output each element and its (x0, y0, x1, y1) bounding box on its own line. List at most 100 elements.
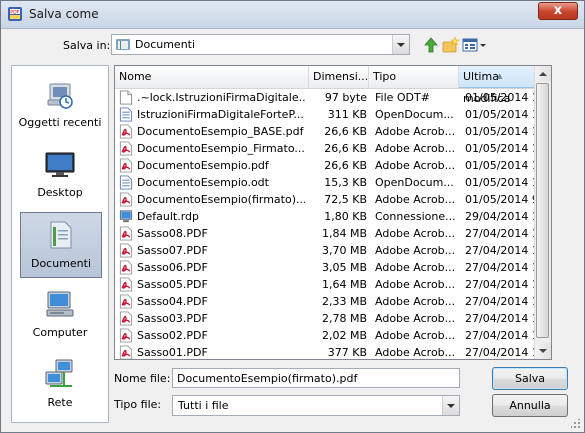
pdf-file-icon (119, 345, 133, 359)
place-desktop[interactable]: Desktop (12, 142, 108, 208)
pdf-file-icon (119, 328, 133, 343)
file-row[interactable]: Sasso07.PDF 3,70 MB Adobe Acrob... 27/04/20… (115, 242, 536, 259)
view-menu-icon[interactable] (462, 36, 488, 54)
file-modified: 27/04/2014 1... (465, 295, 536, 308)
place-label: Documenti (30, 257, 92, 270)
place-recent-items[interactable]: Oggetti recenti (12, 72, 108, 138)
places-bar: Oggetti recenti Desktop Documenti Comput… (11, 65, 109, 423)
file-list[interactable]: Nome Dimensi... Tipo ▲ Ultima modifica .… (114, 65, 552, 360)
desktop-icon (45, 152, 75, 177)
svg-text:PDF: PDF (10, 9, 19, 15)
file-name: DocumentoEsempio_BASE.pdf (137, 125, 304, 138)
recent-items-icon (47, 83, 73, 109)
file-row[interactable]: Sasso05.PDF 1,64 MB Adobe Acrob... 27/04/20… (115, 276, 536, 293)
file-row[interactable]: Sasso01.PDF 377 KB Adobe Acrob... 27/04/201… (115, 344, 536, 359)
file-size: 1,84 MB (321, 227, 367, 240)
network-icon (45, 359, 73, 387)
pdf-file-icon (119, 260, 133, 275)
close-button[interactable]: x (538, 2, 578, 20)
file-row[interactable]: DocumentoEsempio.pdf 26,6 KB Adobe Acrob..… (115, 157, 536, 174)
file-size: 26,6 KB (324, 159, 367, 172)
place-label: Rete (47, 396, 73, 409)
file-row[interactable]: Sasso08.PDF 1,84 MB Adobe Acrob... 27/04/20… (115, 225, 536, 242)
column-header-modified[interactable]: ▲ Ultima modifica (459, 66, 536, 105)
file-type: Adobe Acrob... (375, 329, 456, 342)
file-modified: 27/04/2014 1... (465, 261, 536, 274)
file-row[interactable]: .~lock.IstruzioniFirmaDigitale... 97 byte… (115, 89, 536, 106)
place-computer[interactable]: Computer (12, 282, 108, 348)
column-header-size[interactable]: Dimensi... (309, 66, 369, 88)
file-type: Adobe Acrob... (375, 125, 456, 138)
chevron-down-icon[interactable] (442, 396, 459, 415)
place-documents[interactable]: Documenti (20, 212, 102, 278)
file-row[interactable]: DocumentoEsempio_BASE.pdf 26,6 KB Adobe Ac… (115, 123, 536, 140)
file-name: Sasso05.PDF (137, 278, 208, 291)
file-row[interactable]: DocumentoEsempio.odt 15,3 KB OpenDocum... 0… (115, 174, 536, 191)
file-size: 311 KB (327, 108, 367, 121)
file-type: Adobe Acrob... (375, 193, 456, 206)
save-button[interactable]: Salva (492, 367, 568, 390)
file-type: OpenDocum... (375, 176, 454, 189)
resize-grip-icon[interactable] (571, 419, 581, 429)
file-modified: 27/04/2014 1... (465, 329, 536, 342)
scroll-up-icon[interactable] (535, 66, 551, 82)
sort-indicator-icon: ▲ (497, 72, 503, 80)
scroll-thumb[interactable] (536, 83, 549, 338)
pdf-file-icon (119, 192, 133, 207)
file-row[interactable]: DocumentoEsempio(firmato)... 72,5 KB Adobe… (115, 191, 536, 208)
generic-file-icon (119, 90, 133, 105)
file-size: 1,80 KB (324, 210, 367, 223)
file-type: Adobe Acrob... (375, 346, 456, 359)
file-modified: 27/04/2014 1... (465, 346, 536, 359)
file-modified: 01/05/2014 1... (465, 91, 536, 104)
file-list-header: Nome Dimensi... Tipo ▲ Ultima modifica (115, 66, 536, 105)
place-label: Oggetti recenti (18, 116, 102, 129)
file-row[interactable]: IstruzioniFirmaDigitaleForteP... 311 KB Op… (115, 106, 536, 123)
pdf-file-icon (119, 124, 133, 139)
computer-icon (46, 291, 74, 317)
file-row[interactable]: Sasso06.PDF 3,05 MB Adobe Acrob... 27/04/20… (115, 259, 536, 276)
place-network[interactable]: Rete (12, 352, 108, 418)
column-header-name[interactable]: Nome (115, 66, 309, 88)
file-name-input[interactable] (172, 368, 460, 388)
file-modified: 01/05/2014 1... (465, 176, 536, 189)
file-row[interactable]: Sasso02.PDF 2,02 MB Adobe Acrob... 27/04/20… (115, 327, 536, 344)
documents-icon (50, 221, 72, 249)
file-name: Sasso02.PDF (137, 329, 208, 342)
file-name: IstruzioniFirmaDigitaleForteP... (137, 108, 304, 121)
save-in-combo[interactable]: Documenti (111, 34, 410, 55)
file-row[interactable]: Sasso04.PDF 2,33 MB Adobe Acrob... 27/04/20… (115, 293, 536, 310)
file-type: Adobe Acrob... (375, 159, 456, 172)
file-row[interactable]: DocumentoEsempio_Firmato... 26,6 KB Adobe … (115, 140, 536, 157)
up-folder-icon[interactable] (422, 36, 440, 54)
file-type-combo[interactable]: Tutti i file (172, 395, 460, 416)
file-name: Default.rdp (137, 210, 199, 223)
file-name: DocumentoEsempio(firmato)... (137, 193, 305, 206)
file-type: Connessione... (375, 210, 456, 223)
column-header-type[interactable]: Tipo (369, 66, 459, 88)
file-size: 3,70 MB (321, 244, 367, 257)
window-title: Salva come (29, 7, 99, 21)
pdf-file-icon (119, 158, 133, 173)
file-row[interactable]: Default.rdp 1,80 KB Connessione... 29/04/20… (115, 208, 536, 225)
cancel-button[interactable]: Annulla (492, 394, 568, 417)
close-icon: x (553, 3, 563, 18)
save-as-dialog: PDF Salva come x Salva in: Documenti Ogg… (0, 0, 585, 433)
file-name: Sasso07.PDF (137, 244, 208, 257)
new-folder-icon[interactable] (442, 36, 460, 54)
file-type: Adobe Acrob... (375, 142, 456, 155)
file-type: Adobe Acrob... (375, 295, 456, 308)
chevron-down-icon[interactable] (392, 35, 409, 54)
file-name: .~lock.IstruzioniFirmaDigitale... (137, 91, 305, 104)
place-label: Computer (32, 326, 88, 339)
file-name: Sasso08.PDF (137, 227, 208, 240)
rdp-file-icon (119, 210, 133, 223)
pdf-file-icon (119, 226, 133, 241)
pdf-file-icon (119, 294, 133, 309)
file-row[interactable]: Sasso03.PDF 2,78 MB Adobe Acrob... 27/04/20… (115, 310, 536, 327)
file-type: OpenDocum... (375, 108, 454, 121)
scroll-down-icon[interactable] (535, 343, 551, 359)
vertical-scrollbar[interactable] (534, 66, 551, 359)
pdf-file-icon (119, 311, 133, 326)
file-type: Adobe Acrob... (375, 261, 456, 274)
